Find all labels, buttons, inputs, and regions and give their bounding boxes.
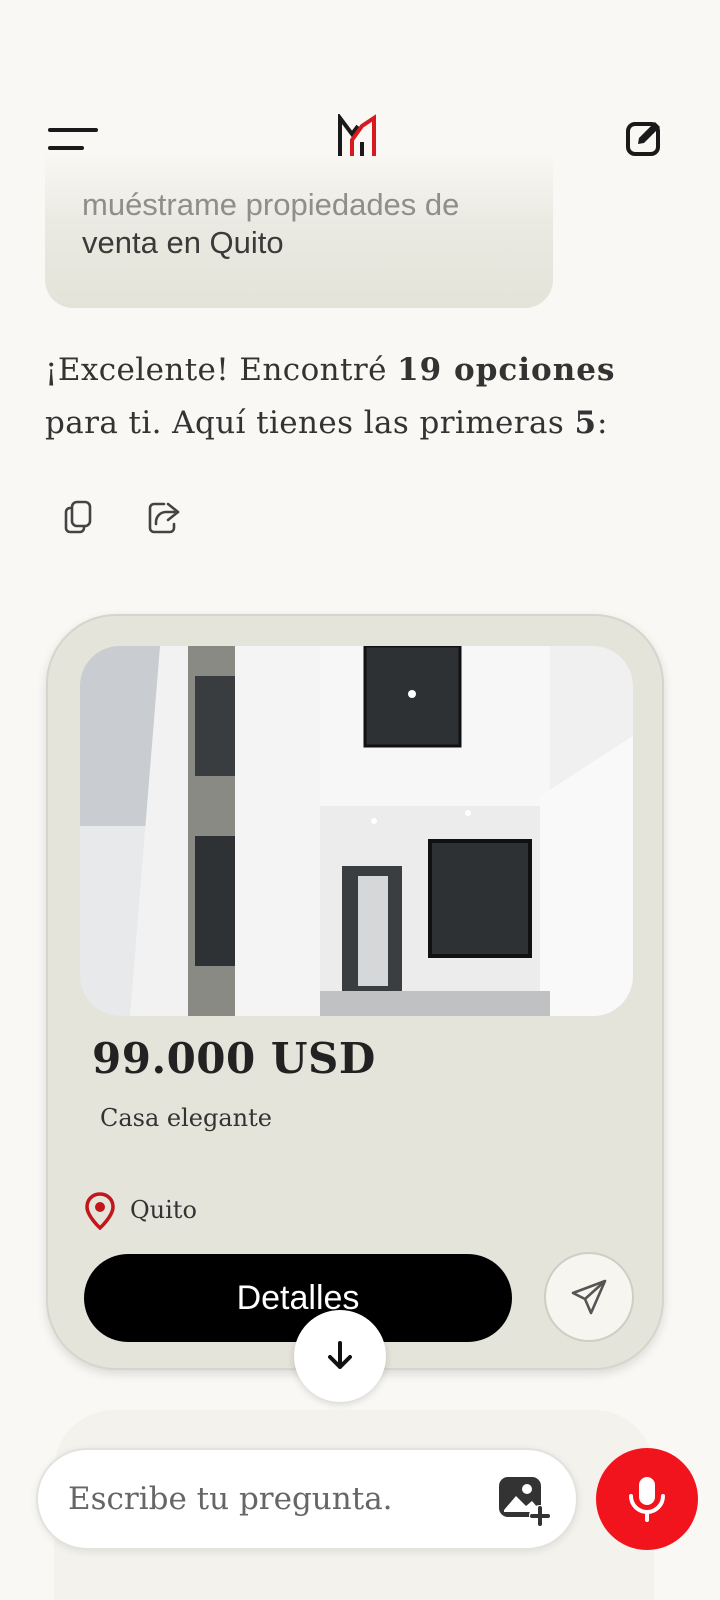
add-image-icon[interactable]: [496, 1474, 552, 1528]
property-type: Casa elegante: [100, 1104, 272, 1132]
scroll-down-button[interactable]: [294, 1310, 386, 1402]
user-message-line: muéstrame propiedades de: [82, 187, 460, 222]
reply-first-n: 5: [574, 405, 598, 441]
reply-text: :: [597, 405, 608, 441]
microphone-icon: [629, 1477, 665, 1522]
question-input[interactable]: [68, 1468, 478, 1530]
property-card[interactable]: 99.000 USD Casa elegante Quito Detalles: [46, 614, 664, 1370]
assistant-reply: ¡Excelente! Encontré 19 opciones para ti…: [45, 344, 685, 450]
reply-text: para ti. Aquí tienes las primeras: [45, 405, 575, 441]
arrow-down-icon: [328, 1341, 352, 1369]
house-illustration: [80, 646, 633, 1016]
reply-count: 19 opciones: [397, 352, 616, 388]
logo-icon: [338, 114, 376, 156]
edit-icon[interactable]: [624, 118, 664, 158]
location-pin-icon: [85, 1192, 115, 1230]
chat-input-bar: [36, 1448, 578, 1550]
share-icon[interactable]: [144, 496, 184, 536]
app-header: [0, 100, 720, 180]
details-button[interactable]: Detalles: [84, 1254, 512, 1342]
property-location: Quito: [130, 1196, 197, 1224]
copy-icon[interactable]: [60, 496, 100, 536]
reply-text: ¡Excelente! Encontré: [45, 352, 398, 388]
microphone-button[interactable]: [596, 1448, 698, 1550]
menu-icon[interactable]: [48, 126, 100, 156]
property-photo[interactable]: [80, 646, 633, 1016]
send-property-button[interactable]: [544, 1252, 634, 1342]
paper-plane-icon: [571, 1279, 607, 1315]
property-price: 99.000 USD: [92, 1034, 376, 1083]
user-message-line: venta en Quito: [82, 225, 284, 260]
